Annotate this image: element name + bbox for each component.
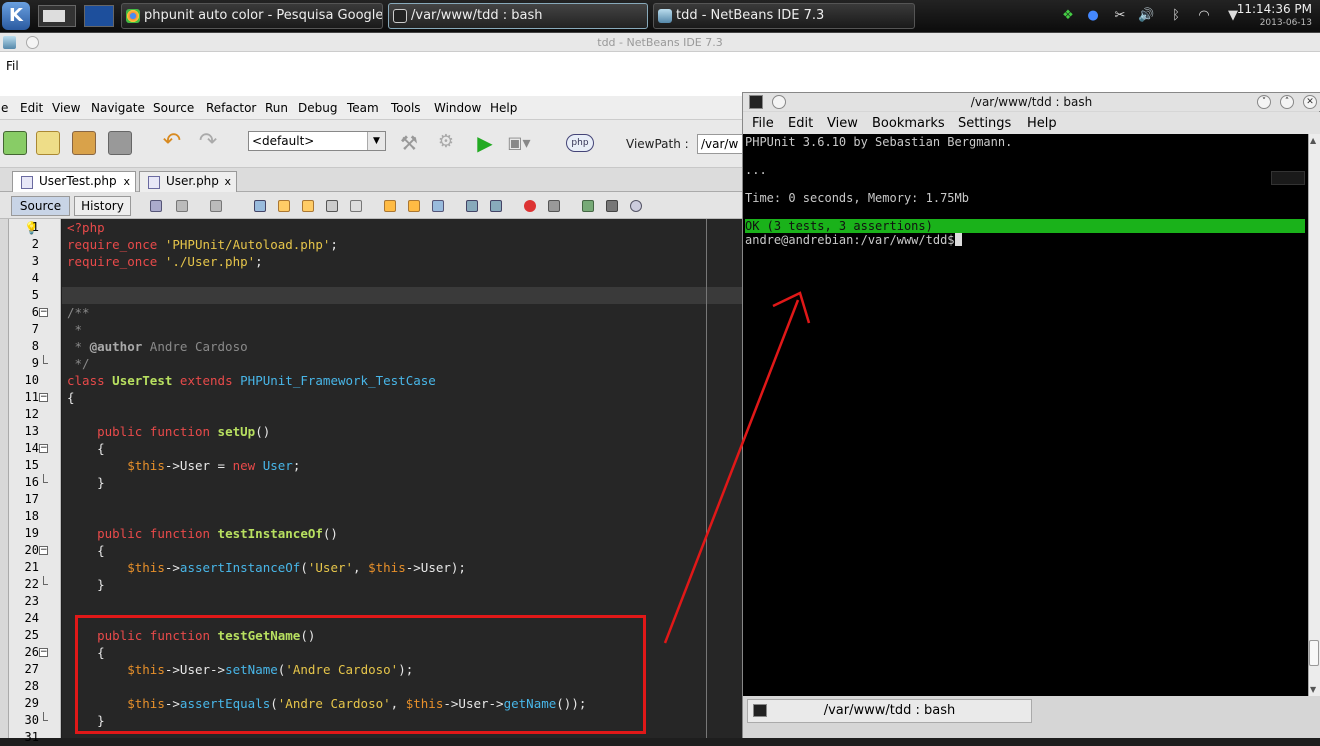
annotation-arrow bbox=[663, 291, 811, 644]
arrow-shaft bbox=[663, 299, 800, 644]
